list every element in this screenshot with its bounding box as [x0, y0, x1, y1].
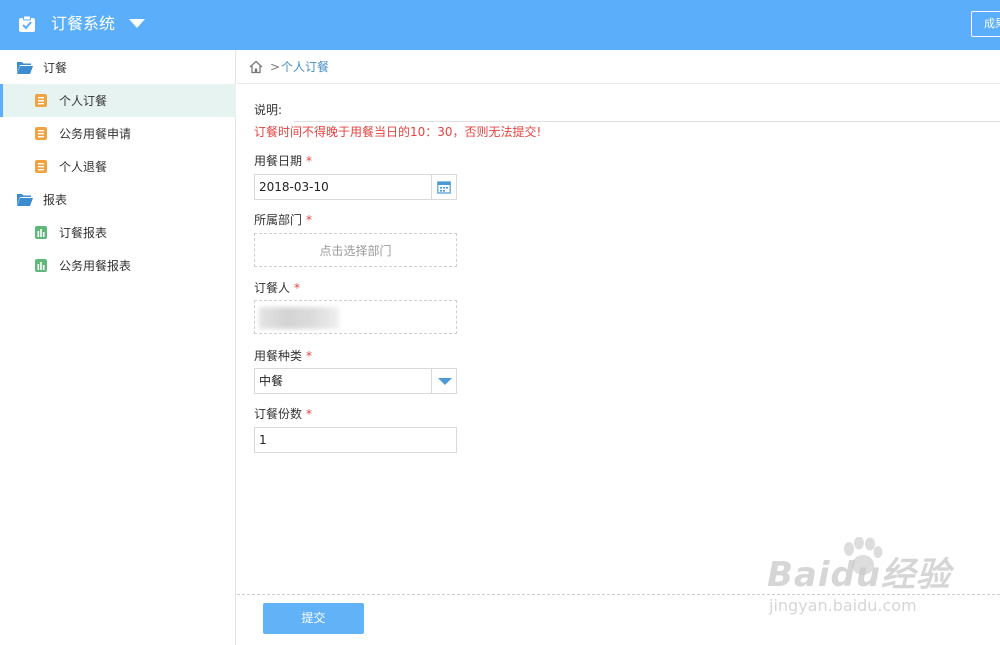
watermark-url: jingyan.baidu.com — [769, 596, 917, 615]
required-mark: * — [306, 349, 313, 363]
description-text: 订餐时间不得晚于用餐当日的10：30，否则无法提交! — [254, 125, 542, 139]
breadcrumb-current[interactable]: 个人订餐 — [281, 59, 329, 75]
bar-chart-icon — [35, 259, 47, 272]
department-field-label: 所属部门 * — [254, 212, 312, 228]
required-mark: * — [306, 407, 313, 421]
date-picker-button[interactable] — [431, 175, 456, 199]
bar-chart-icon — [35, 226, 47, 239]
required-mark: * — [306, 213, 313, 227]
date-label-text: 用餐日期 — [254, 154, 303, 168]
sidebar-item-label: 公务用餐报表 — [59, 259, 132, 273]
department-picker[interactable]: 点击选择部门 — [254, 233, 457, 267]
meal-type-select[interactable]: 中餐 — [254, 368, 457, 394]
description-divider — [294, 121, 1000, 122]
count-label-text: 订餐份数 — [254, 407, 303, 421]
meal-type-value: 中餐 — [259, 374, 284, 388]
breadcrumb: > 个人订餐 — [237, 50, 1000, 84]
blurred-orderer-name — [259, 307, 339, 329]
sidebar-group-reports[interactable]: 报表 — [0, 183, 236, 216]
folder-open-icon — [17, 62, 33, 74]
required-mark: * — [294, 281, 301, 295]
home-icon[interactable] — [249, 60, 263, 74]
list-icon — [35, 160, 47, 173]
top-right-button[interactable]: 成果 — [971, 11, 1000, 37]
date-field-label: 用餐日期 * — [254, 153, 312, 169]
sidebar-item-label: 订餐报表 — [59, 226, 108, 240]
department-label-text: 所属部门 — [254, 213, 303, 227]
required-mark: * — [306, 154, 313, 168]
meal-type-label-text: 用餐种类 — [254, 349, 303, 363]
count-field-label: 订餐份数 * — [254, 406, 312, 422]
watermark-brand: Baidu经验 — [767, 555, 952, 595]
sidebar-item-label: 个人订餐 — [59, 94, 108, 108]
list-icon — [35, 94, 47, 107]
orderer-field-label: 订餐人 * — [254, 280, 300, 296]
date-input[interactable]: 2018-03-10 — [254, 174, 457, 200]
sidebar-group-label: 订餐 — [43, 61, 68, 75]
sidebar-group-order[interactable]: 订餐 — [0, 51, 236, 84]
dropdown-arrow-icon — [438, 378, 452, 385]
baidu-watermark: Baidu经验 jingyan.baidu.com — [767, 537, 957, 625]
submit-button[interactable]: 提交 — [263, 603, 364, 634]
sidebar-item-order-report[interactable]: 订餐报表 — [0, 216, 236, 249]
sidebar-item-official-meal-report[interactable]: 公务用餐报表 — [0, 249, 236, 282]
sidebar-item-official-meal-request[interactable]: 公务用餐申请 — [0, 117, 236, 150]
sidebar-item-personal-cancel[interactable]: 个人退餐 — [0, 150, 236, 183]
department-hint: 点击选择部门 — [319, 244, 392, 258]
app-title: 订餐系统 — [51, 14, 116, 33]
sidebar-item-label: 个人退餐 — [59, 160, 108, 174]
calendar-icon — [437, 181, 451, 194]
sidebar-item-label: 公务用餐申请 — [59, 127, 132, 141]
chevron-down-icon[interactable] — [129, 19, 145, 28]
sidebar-item-personal-order[interactable]: 个人订餐 — [0, 84, 236, 117]
sidebar-group-label: 报表 — [43, 193, 68, 207]
breadcrumb-separator: > — [270, 60, 281, 74]
meal-type-dropdown-button[interactable] — [431, 369, 456, 393]
top-header: 订餐系统 成果 — [0, 0, 1000, 50]
clipboard-check-icon — [19, 15, 35, 32]
sidebar: 订餐 个人订餐 公务用餐申请 个人退餐 报表 订餐报表 公务用餐报表 — [0, 50, 236, 645]
meal-type-field-label: 用餐种类 * — [254, 348, 312, 364]
count-input[interactable]: 1 — [254, 427, 457, 453]
orderer-label-text: 订餐人 — [254, 281, 291, 295]
count-value: 1 — [259, 433, 267, 447]
description-label: 说明: — [254, 103, 283, 117]
folder-open-icon — [17, 194, 33, 206]
orderer-picker[interactable] — [254, 300, 457, 334]
list-icon — [35, 127, 47, 140]
date-value: 2018-03-10 — [259, 180, 329, 194]
